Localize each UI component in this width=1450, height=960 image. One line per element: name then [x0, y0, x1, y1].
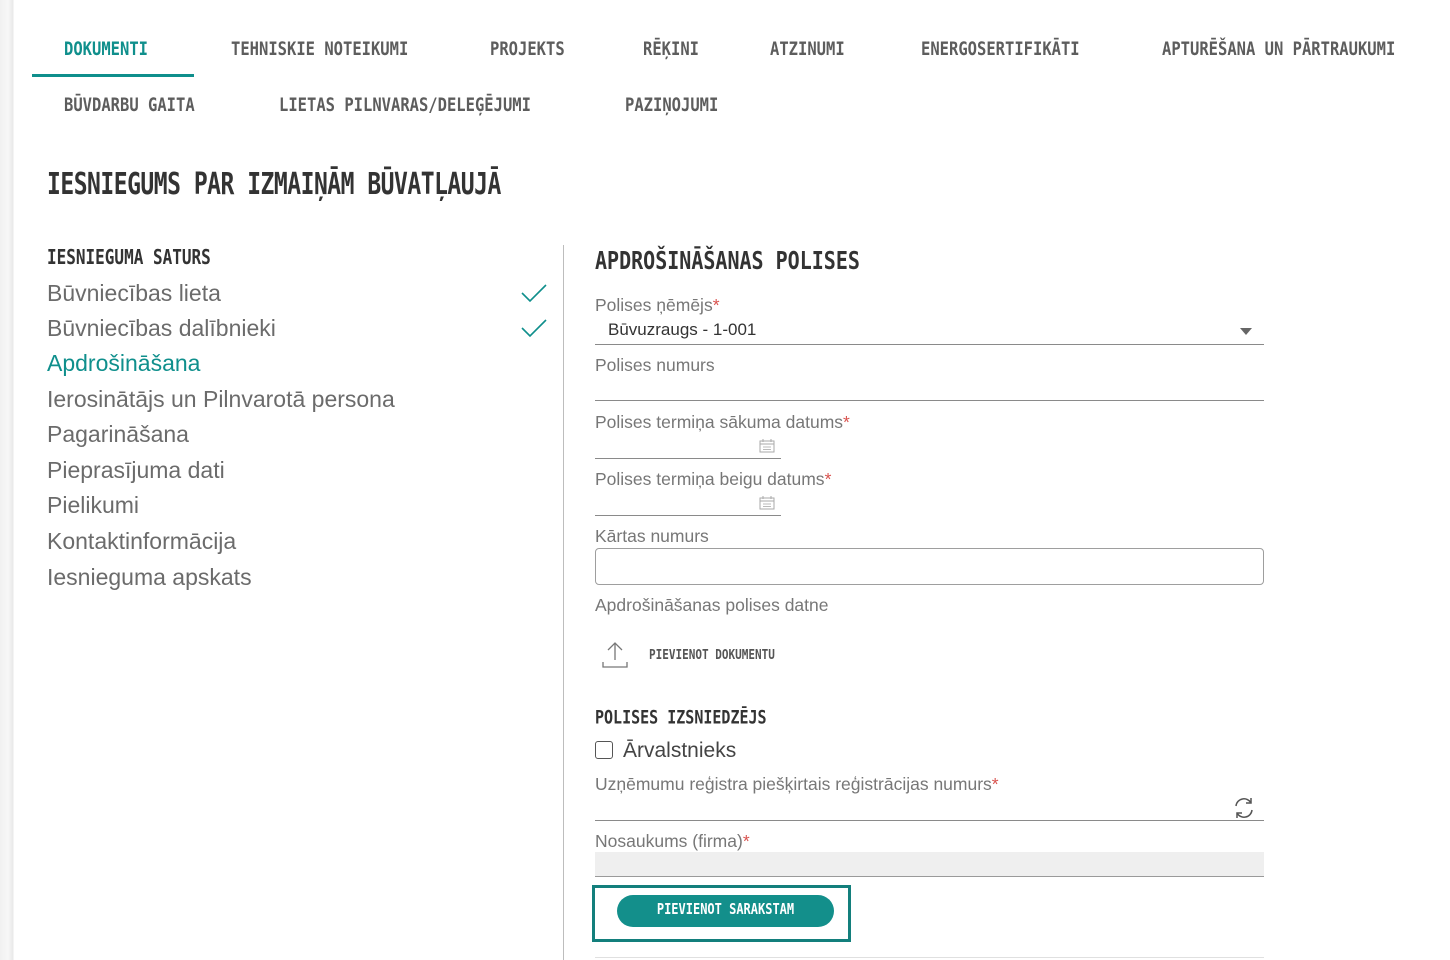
tab-atzinumi[interactable]: ATZINUMI [770, 38, 845, 59]
calendar-icon[interactable] [759, 439, 775, 453]
sidebar-item-buvniecibas-lieta[interactable]: Būvniecības lieta [47, 280, 221, 307]
sidebar-heading: IESNIEGUMA SATURS [47, 245, 211, 269]
form-heading: APDROŠINĀŠANAS POLISES [595, 245, 860, 275]
upload-icon[interactable] [601, 640, 629, 670]
end-date-input[interactable] [595, 515, 781, 516]
sidebar-item-pagarinasana[interactable]: Pagarināšana [47, 421, 189, 448]
policy-number-input[interactable] [595, 373, 1264, 401]
issuer-heading: POLISES IZSNIEDZĒJS [595, 706, 767, 729]
page-title: IESNIEGUMS PAR IZMAIŅĀM BŪVATĻAUJĀ [47, 168, 501, 202]
end-date-label: Polises termiņa beigu datums* [595, 469, 832, 489]
left-edge-shadow [0, 0, 14, 960]
sidebar-item-pielikumi[interactable]: Pielikumi [47, 492, 139, 519]
add-to-list-button[interactable]: PIEVIENOT SARAKSTAM [617, 895, 834, 927]
order-number-input[interactable] [595, 548, 1264, 585]
tab-energosertifikati[interactable]: ENERGOSERTIFIKĀTI [921, 38, 1080, 59]
add-document-button[interactable]: PIEVIENOT DOKUMENTU [649, 647, 775, 663]
active-tab-indicator [32, 74, 194, 77]
column-divider [563, 245, 564, 960]
tab-rekini[interactable]: RĒĶINI [643, 38, 699, 59]
check-icon [521, 319, 547, 338]
order-number-label: Kārtas numurs [595, 526, 709, 546]
sidebar-item-ierosinatajs[interactable]: Ierosinātājs un Pilnvarotā persona [47, 386, 395, 413]
sidebar-item-pieprasijuma-dati[interactable]: Pieprasījuma dati [47, 457, 225, 484]
file-label: Apdrošināšanas polises datne [595, 595, 829, 615]
sidebar-item-buvniecibas-dalibnieki[interactable]: Būvniecības dalībnieki [47, 315, 276, 342]
tab-lietas-pilnvaras-delegejumi[interactable]: LIETAS PILNVARAS/DELEĢĒJUMI [279, 94, 531, 115]
policy-holder-label: Polises ņēmējs* [595, 295, 720, 315]
reg-number-input[interactable] [595, 820, 1264, 821]
check-icon [521, 284, 547, 303]
reg-number-label: Uzņēmumu reģistra piešķirtais reģistrāci… [595, 774, 999, 794]
policy-holder-select[interactable]: Būvuzraugs - 1-001 [608, 320, 756, 340]
start-date-input[interactable] [595, 458, 781, 459]
policy-holder-underline [595, 344, 1264, 345]
foreigner-checkbox[interactable] [595, 741, 613, 759]
tab-pazinojumi[interactable]: PAZIŅOJUMI [625, 94, 718, 115]
tab-projekts[interactable]: PROJEKTS [490, 38, 565, 59]
tab-dokumenti[interactable]: DOKUMENTI [64, 38, 148, 59]
tab-buvdarbu-gaita[interactable]: BŪVDARBU GAITA [64, 94, 195, 115]
company-name-field [595, 852, 1264, 877]
foreigner-label[interactable]: Ārvalstnieks [623, 739, 736, 763]
sidebar-item-kontaktinformacija[interactable]: Kontaktinformācija [47, 528, 236, 555]
calendar-icon[interactable] [759, 496, 775, 510]
chevron-down-icon[interactable] [1240, 328, 1252, 335]
bottom-divider [595, 957, 1264, 958]
company-name-label: Nosaukums (firma)* [595, 831, 750, 851]
tab-aptur-sana-un-partraukumi[interactable]: APTURĒŠANA UN PĀRTRAUKUMI [1162, 38, 1395, 59]
tab-tehniskie-noteikumi[interactable]: TEHNISKIE NOTEIKUMI [231, 38, 408, 59]
refresh-icon[interactable] [1232, 796, 1256, 820]
sidebar-item-iesnieguma-apskats[interactable]: Iesnieguma apskats [47, 564, 252, 591]
sidebar-item-apdrosinasana[interactable]: Apdrošināšana [47, 350, 200, 377]
start-date-label: Polises termiņa sākuma datums* [595, 412, 850, 432]
